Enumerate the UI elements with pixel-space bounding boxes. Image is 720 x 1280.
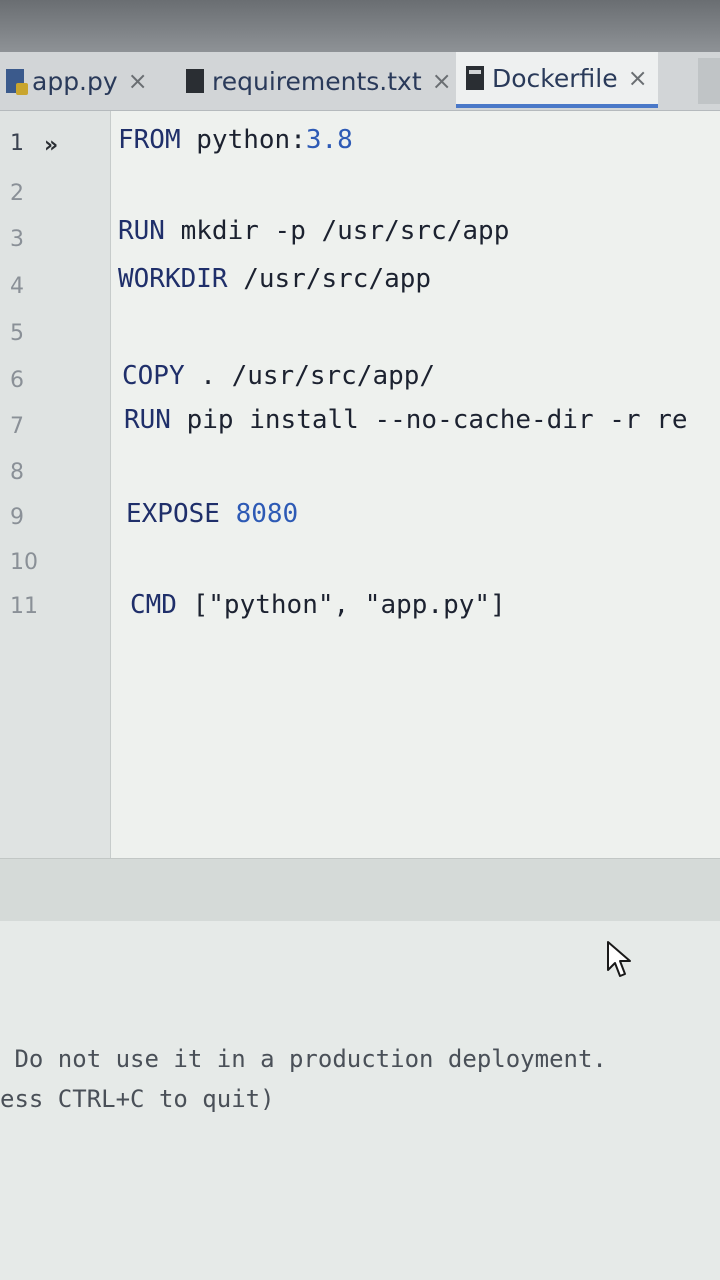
tab-app-py[interactable]: app.py × [6, 56, 148, 106]
terminal-output-line: Do not use it in a production deployment… [0, 1045, 607, 1073]
close-icon[interactable]: × [432, 67, 452, 95]
line-number: 2 [10, 181, 24, 206]
code-line-6[interactable]: COPY . /usr/src/app/ [122, 361, 435, 391]
code-text: /usr/src/app [227, 264, 432, 294]
editor-tab-bar: app.py × requirements.txt × Dockerfile × [0, 52, 720, 111]
line-number: 10 [10, 550, 38, 575]
terminal-output-line: ess CTRL+C to quit) [0, 1085, 275, 1113]
tab-requirements-txt[interactable]: requirements.txt × [186, 56, 452, 106]
python-file-icon [6, 69, 28, 95]
run-icon[interactable]: » [44, 133, 58, 158]
code-line-1[interactable]: FROM python:3.8 [118, 125, 353, 155]
tab-label: Dockerfile [492, 63, 618, 93]
close-icon[interactable]: × [128, 67, 148, 95]
tab-dockerfile[interactable]: Dockerfile × [456, 52, 658, 108]
line-number: 11 [10, 594, 38, 619]
line-number: 6 [10, 368, 24, 393]
tab-label: requirements.txt [212, 66, 422, 96]
code-line-4[interactable]: WORKDIR /usr/src/app [118, 264, 431, 294]
line-number: 8 [10, 460, 24, 485]
keyword: RUN [124, 405, 171, 435]
keyword: COPY [122, 361, 185, 391]
number-literal: 8080 [219, 499, 299, 529]
line-number: 7 [10, 414, 24, 439]
code-line-11[interactable]: CMD ["python", "app.py"] [130, 590, 506, 620]
code-text: ["python", "app.py"] [176, 590, 506, 620]
keyword: EXPOSE [126, 499, 220, 529]
text-file-icon [186, 69, 204, 93]
mouse-pointer-icon [607, 941, 631, 977]
code-text: python: [180, 125, 306, 155]
window-title-bar [0, 0, 720, 52]
number-literal: 3.8 [305, 125, 353, 155]
keyword: RUN [118, 216, 165, 246]
code-line-7[interactable]: RUN pip install --no-cache-dir -r re [124, 405, 688, 435]
panel-divider[interactable] [0, 858, 720, 922]
code-line-9[interactable]: EXPOSE 8080 [126, 499, 298, 529]
line-number: 4 [10, 274, 24, 299]
code-text: . /usr/src/app/ [184, 361, 436, 391]
code-text: mkdir -p /usr/src/app [164, 216, 510, 246]
keyword: WORKDIR [118, 264, 228, 294]
keyword: FROM [118, 125, 181, 155]
overflow-tab[interactable] [698, 58, 720, 104]
code-text: pip install --no-cache-dir -r re [170, 405, 688, 435]
line-number: 9 [10, 505, 24, 530]
keyword: CMD [130, 590, 177, 620]
docker-file-icon [466, 66, 484, 90]
code-line-3[interactable]: RUN mkdir -p /usr/src/app [118, 216, 509, 246]
tab-label: app.py [32, 66, 118, 96]
line-number: 5 [10, 321, 24, 346]
close-icon[interactable]: × [628, 64, 648, 92]
line-number: 3 [10, 227, 24, 252]
